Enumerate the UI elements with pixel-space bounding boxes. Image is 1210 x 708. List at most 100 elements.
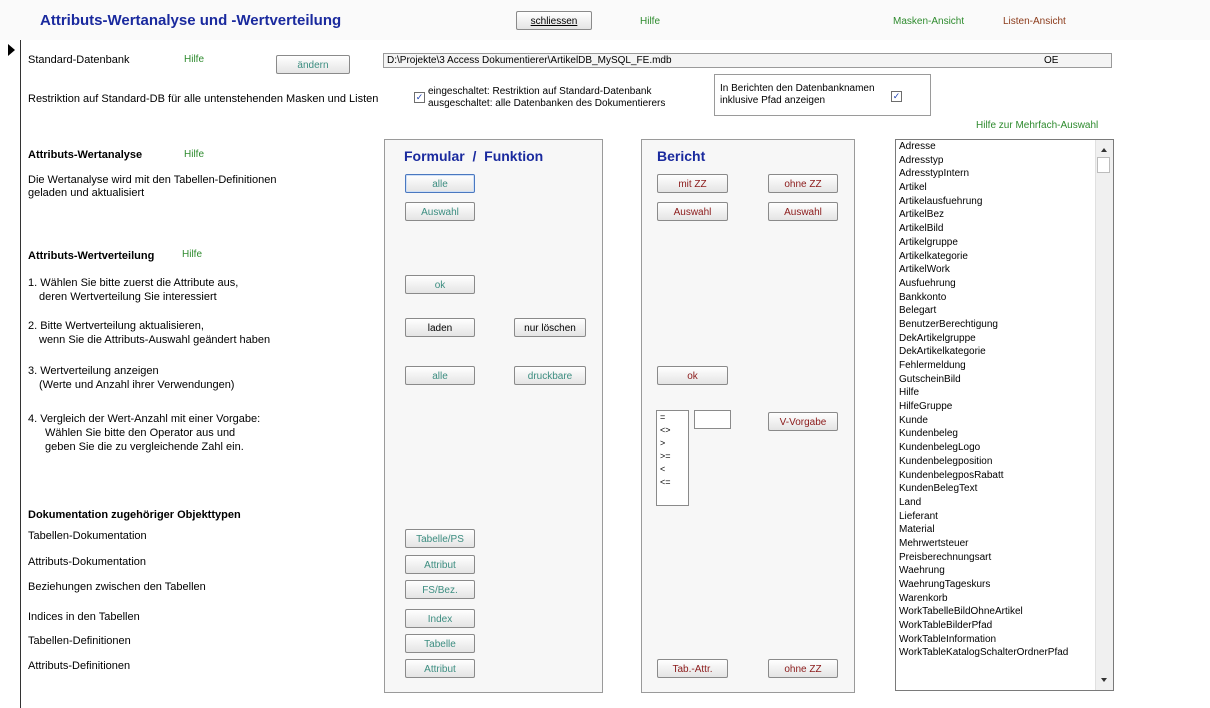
table-list-item[interactable]: HilfeGruppe	[899, 400, 1097, 414]
doc-attribute-definition-button[interactable]: Attribut	[405, 659, 475, 678]
table-list-item[interactable]: Warenkorb	[899, 592, 1097, 606]
listbox-scrollbar[interactable]	[1095, 140, 1113, 690]
multi-select-help-link[interactable]: Hilfe zur Mehrfach-Auswahl	[976, 120, 1098, 131]
doc-attribute-button[interactable]: Attribut	[405, 555, 475, 574]
table-list-item[interactable]: Lieferant	[899, 510, 1097, 524]
step4-text: 4. Vergleich der Wert-Anzahl mit einer V…	[28, 412, 260, 454]
change-db-button[interactable]: ändern	[276, 55, 350, 74]
form-function-title: Formular / Funktion	[404, 148, 543, 164]
table-list-item[interactable]: Adresstyp	[899, 154, 1097, 168]
table-list-item[interactable]: Belegart	[899, 304, 1097, 318]
doc-table-definition-button[interactable]: Tabelle	[405, 634, 475, 653]
step1-ok-button[interactable]: ok	[405, 275, 475, 294]
operator-option[interactable]: <=	[657, 476, 688, 489]
table-list-item[interactable]: Adresse	[899, 140, 1097, 154]
mask-view-link[interactable]: Masken-Ansicht	[893, 16, 964, 27]
doc-fs-bez-button[interactable]: FS/Bez.	[405, 580, 475, 599]
current-record-arrow-icon	[8, 44, 15, 56]
table-list-item[interactable]: BenutzerBerechtigung	[899, 318, 1097, 332]
report-without-zz-button[interactable]: ohne ZZ	[768, 174, 838, 193]
table-list-item[interactable]: KundenBelegText	[899, 482, 1097, 496]
step3-text: 3. Wertverteilung anzeigen (Werte und An…	[28, 364, 234, 392]
operator-option[interactable]: =	[657, 411, 688, 424]
table-multi-select-listbox[interactable]: Adresse Adresstyp AdresstypIntern Artikel Ar…	[895, 139, 1114, 691]
report-tab-attr-button[interactable]: Tab.-Attr.	[657, 659, 728, 678]
analysis-text-2: geladen und aktualisiert	[28, 187, 145, 199]
step1-line2: deren Wertverteilung Sie interessiert	[39, 291, 217, 303]
show-all-button[interactable]: alle	[405, 366, 475, 385]
scroll-down-icon[interactable]	[1101, 678, 1107, 682]
table-list-item[interactable]: Mehrwertsteuer	[899, 537, 1097, 551]
table-list-item[interactable]: Artikel	[899, 181, 1097, 195]
restriction-description: eingeschaltet: Restriktion auf Standard-…	[428, 86, 665, 110]
report-selection-without-zz-button[interactable]: Auswahl	[768, 202, 838, 221]
table-list-item[interactable]: KundenbelegposRabatt	[899, 469, 1097, 483]
step1-line1: 1. Wählen Sie bitte zuerst die Attribute…	[28, 277, 239, 289]
table-list-item[interactable]: KundenbelegLogo	[899, 441, 1097, 455]
scroll-thumb[interactable]	[1097, 157, 1110, 173]
table-list-item[interactable]: WaehrungTageskurs	[899, 578, 1097, 592]
restriction-checkbox[interactable]: ✓	[414, 92, 425, 103]
table-list-item[interactable]: Artikelgruppe	[899, 236, 1097, 250]
table-list-item[interactable]: Bankkonto	[899, 291, 1097, 305]
analysis-help-link[interactable]: Hilfe	[184, 149, 204, 160]
compare-number-input[interactable]	[694, 410, 731, 429]
operator-option[interactable]: <	[657, 463, 688, 476]
table-list-item[interactable]: WorkTabelleBildOhneArtikel	[899, 605, 1097, 619]
table-list-item[interactable]: DekArtikelkategorie	[899, 345, 1097, 359]
table-list-item[interactable]: GutscheinBild	[899, 373, 1097, 387]
table-list-item[interactable]: WorkTableKatalogSchalterOrdnerPfad	[899, 646, 1097, 660]
table-list-item[interactable]: ArtikelWork	[899, 263, 1097, 277]
report-with-zz-button[interactable]: mit ZZ	[657, 174, 728, 193]
table-list-item[interactable]: Hilfe	[899, 386, 1097, 400]
delete-only-button[interactable]: nur löschen	[514, 318, 586, 337]
table-list-item[interactable]: Preisberechnungsart	[899, 551, 1097, 565]
doc-label-tables: Tabellen-Dokumentation	[28, 530, 147, 542]
table-list-item[interactable]: WorkTableBilderPfad	[899, 619, 1097, 633]
report-option-text: In Berichten den Datenbanknamen inklusiv…	[720, 83, 875, 107]
doc-table-ps-button[interactable]: Tabelle/PS	[405, 529, 475, 548]
form-title-sep: /	[472, 148, 477, 164]
operator-option[interactable]: >=	[657, 450, 688, 463]
table-list-item[interactable]: Land	[899, 496, 1097, 510]
analysis-heading: Attributs-Wertanalyse	[28, 149, 143, 161]
step4-line1: 4. Vergleich der Wert-Anzahl mit einer V…	[28, 413, 261, 425]
doc-index-button[interactable]: Index	[405, 609, 475, 628]
table-list-item[interactable]: ArtikelBild	[899, 222, 1097, 236]
report-selection-with-zz-button[interactable]: Auswahl	[657, 202, 728, 221]
close-button[interactable]: schliessen	[516, 11, 592, 30]
standard-db-help-link[interactable]: Hilfe	[184, 54, 204, 65]
table-list-item[interactable]: Artikelausfuehrung	[899, 195, 1097, 209]
distribution-help-link[interactable]: Hilfe	[182, 249, 202, 260]
list-view-link[interactable]: Listen-Ansicht	[1003, 16, 1066, 27]
show-printable-button[interactable]: druckbare	[514, 366, 586, 385]
table-list-item[interactable]: Fehlermeldung	[899, 359, 1097, 373]
analysis-description: Die Wertanalyse wird mit den Tabellen-De…	[28, 174, 276, 200]
table-list-item[interactable]: Kundenbelegposition	[899, 455, 1097, 469]
analysis-all-button[interactable]: alle	[405, 174, 475, 193]
table-list-item[interactable]: Waehrung	[899, 564, 1097, 578]
table-list-item[interactable]: DekArtikelgruppe	[899, 332, 1097, 346]
table-list-item[interactable]: Material	[899, 523, 1097, 537]
table-list-item[interactable]: AdresstypIntern	[899, 167, 1097, 181]
table-list-item[interactable]: Artikelkategorie	[899, 250, 1097, 264]
report-db-name-checkbox[interactable]: ✓	[891, 91, 902, 102]
table-list-item[interactable]: ArtikelBez	[899, 208, 1097, 222]
table-list-item[interactable]: WorkTableInformation	[899, 633, 1097, 647]
report-distribution-ok-button[interactable]: ok	[657, 366, 728, 385]
doc-label-indices: Indices in den Tabellen	[28, 611, 140, 623]
report-doc-without-zz-button[interactable]: ohne ZZ	[768, 659, 838, 678]
analysis-selection-button[interactable]: Auswahl	[405, 202, 475, 221]
vorgabe-report-button[interactable]: V-Vorgabe	[768, 412, 838, 431]
operator-option[interactable]: >	[657, 437, 688, 450]
scroll-up-icon[interactable]	[1101, 148, 1107, 152]
load-distribution-button[interactable]: laden	[405, 318, 475, 337]
record-selector-column	[0, 40, 21, 708]
header-help-link[interactable]: Hilfe	[640, 16, 660, 27]
table-list-item[interactable]: Kunde	[899, 414, 1097, 428]
operator-listbox[interactable]: = <> > >= < <=	[656, 410, 689, 506]
table-list-item[interactable]: Kundenbeleg	[899, 427, 1097, 441]
operator-option[interactable]: <>	[657, 424, 688, 437]
table-list-item[interactable]: Ausfuehrung	[899, 277, 1097, 291]
step1-text: 1. Wählen Sie bitte zuerst die Attribute…	[28, 276, 238, 304]
